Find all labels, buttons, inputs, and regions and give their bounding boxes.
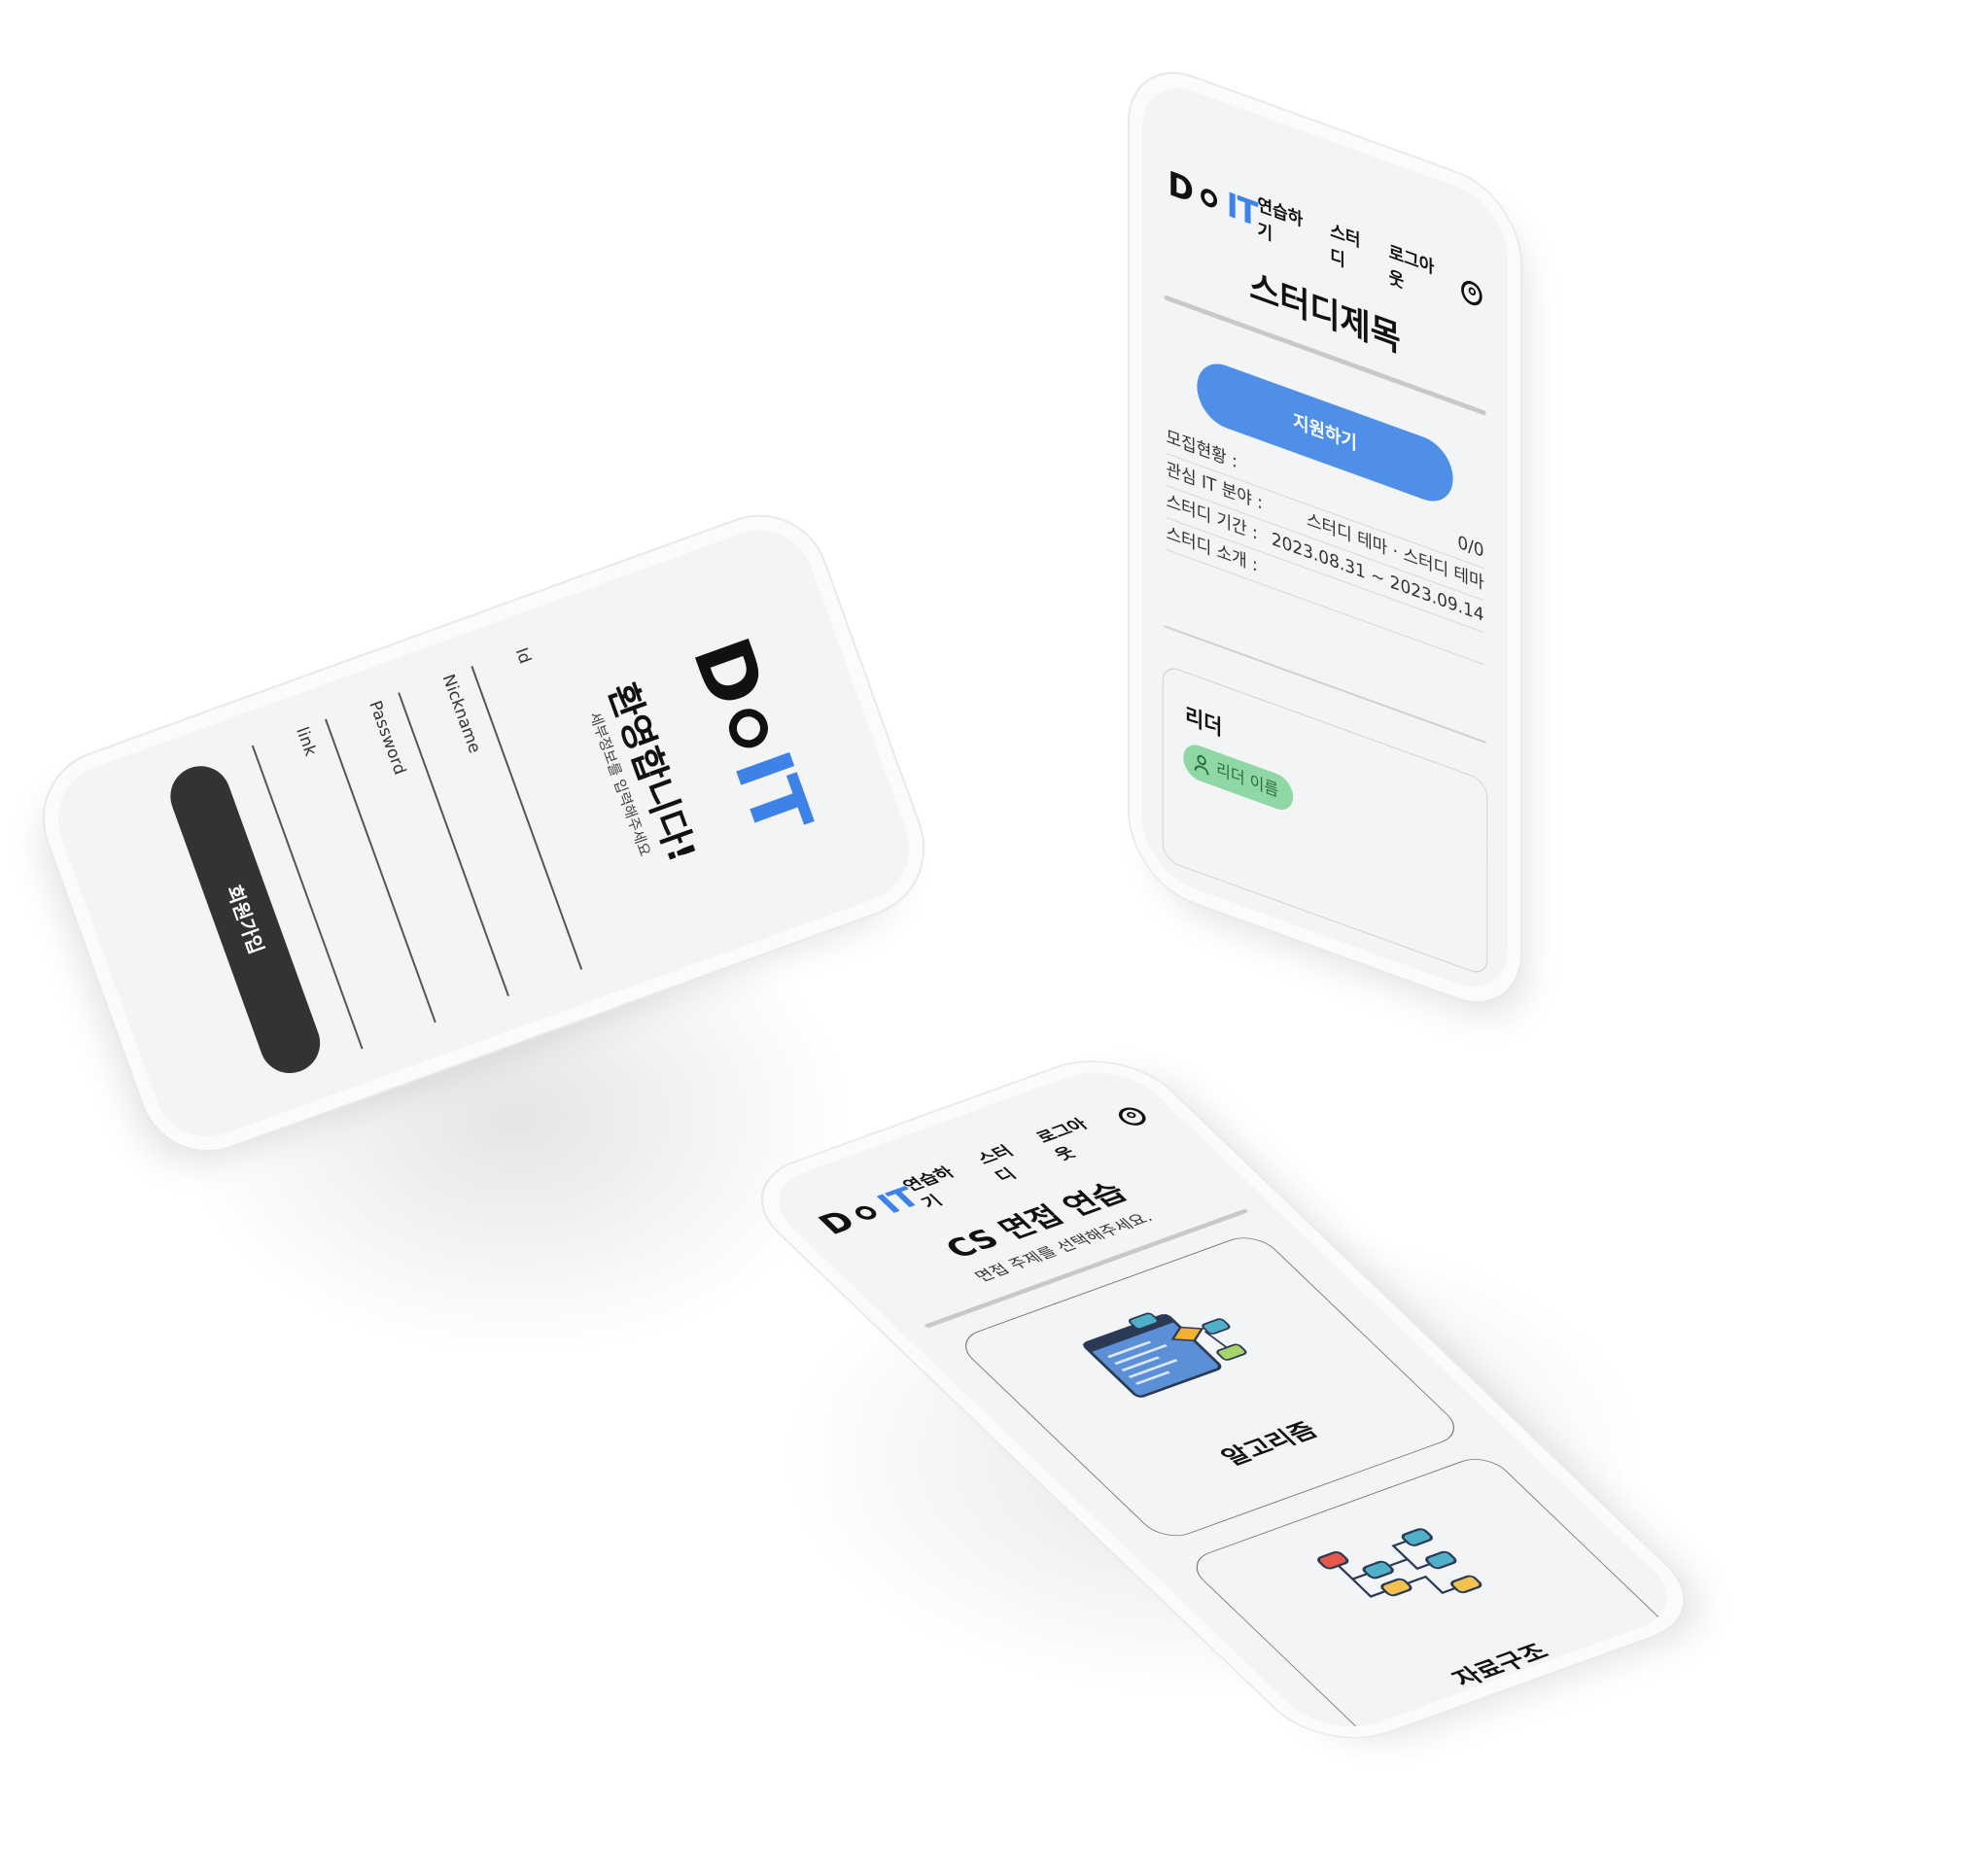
study-detail-screen: D IT 연습하기 스터디 로그아웃 스터디제목 지원하기 모집현황 : 0/0 … <box>1142 73 1508 1002</box>
user-icon[interactable] <box>1461 277 1482 309</box>
person-icon <box>1195 752 1209 775</box>
algorithm-icon <box>1082 1312 1247 1398</box>
leader-name: 리더 이름 <box>1216 759 1279 802</box>
link-label: link <box>292 724 321 759</box>
nav-logout[interactable]: 로그아웃 <box>1389 238 1446 309</box>
nav-study[interactable]: 스터디 <box>1330 217 1372 283</box>
id-label: Id <box>510 644 535 667</box>
password-label: Password <box>365 698 410 778</box>
nav-practice[interactable]: 연습하기 <box>1258 191 1314 261</box>
logo[interactable]: D IT <box>1168 164 1257 235</box>
leader-card: 리더 리더 이름 <box>1162 663 1488 978</box>
leader-badge[interactable]: 리더 이름 <box>1183 740 1294 816</box>
data-structure-icon <box>1317 1528 1482 1598</box>
nav-study[interactable]: 스터디 <box>970 1135 1050 1186</box>
user-icon[interactable] <box>1113 1104 1152 1128</box>
leader-title: 리더 <box>1185 703 1223 742</box>
nav-logout[interactable]: 로그아웃 <box>1029 1109 1124 1164</box>
